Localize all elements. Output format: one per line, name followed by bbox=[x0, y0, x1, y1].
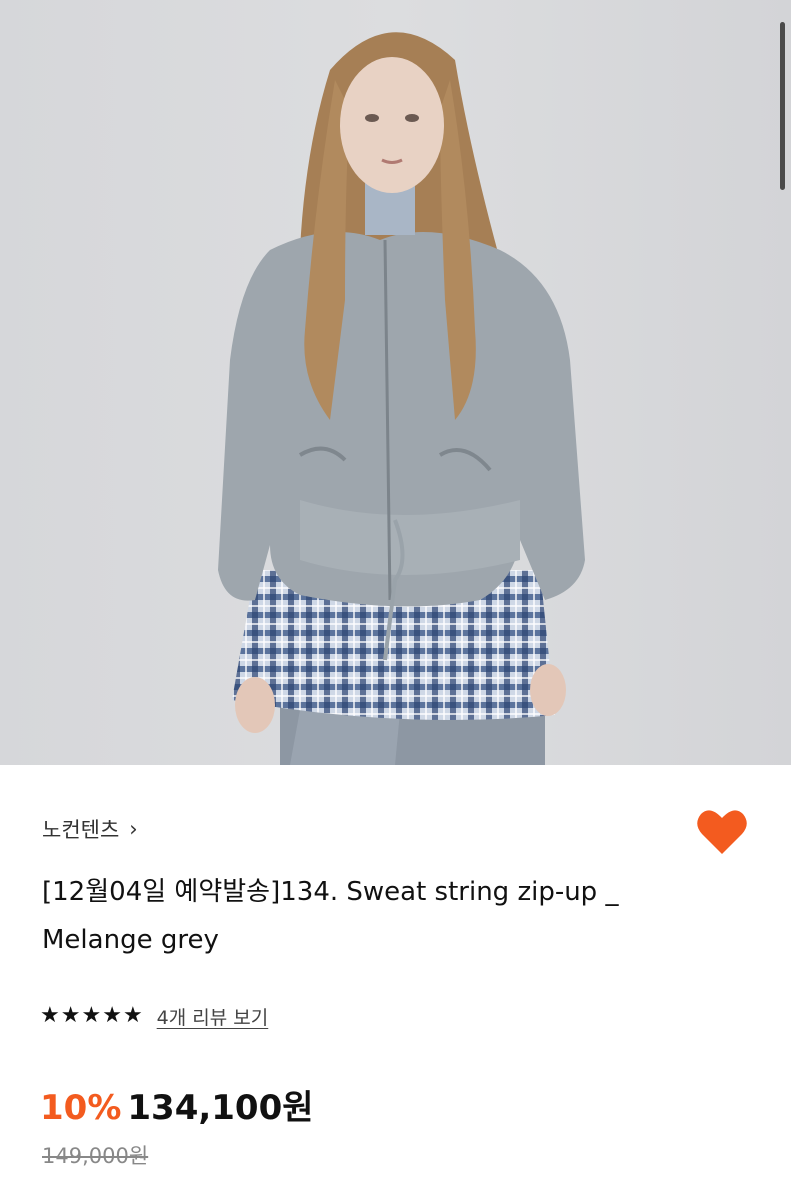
star-icon: ★ bbox=[60, 1003, 81, 1028]
price-row: 10% 134,100원 bbox=[40, 1080, 314, 1130]
sale-price: 134,100원 bbox=[127, 1088, 314, 1128]
product-photo-illustration bbox=[0, 0, 791, 765]
rating-row: ★ ★ ★ ★ ★ 4개 리뷰 보기 bbox=[40, 1002, 268, 1030]
star-icon: ★ bbox=[40, 1003, 60, 1028]
star-icon: ★ bbox=[81, 1003, 102, 1028]
star-icon: ★ bbox=[122, 1003, 143, 1028]
product-title: [12월04일 예약발송]134. Sweat string zip-up _ … bbox=[42, 877, 619, 955]
discount-rate: 10% bbox=[40, 1088, 122, 1128]
product-image[interactable] bbox=[0, 0, 791, 765]
scrollbar[interactable] bbox=[780, 22, 785, 190]
star-icon: ★ bbox=[102, 1003, 122, 1028]
star-rating: ★ ★ ★ ★ ★ bbox=[40, 1005, 143, 1027]
review-link[interactable]: 4개 리뷰 보기 bbox=[157, 1003, 269, 1030]
heart-icon[interactable] bbox=[696, 808, 748, 856]
chevron-right-icon: › bbox=[129, 816, 138, 841]
brand-link[interactable]: 노컨텐츠 › bbox=[42, 814, 138, 844]
original-price: 149,000원 bbox=[42, 1144, 149, 1168]
brand-name: 노컨텐츠 bbox=[42, 818, 120, 842]
